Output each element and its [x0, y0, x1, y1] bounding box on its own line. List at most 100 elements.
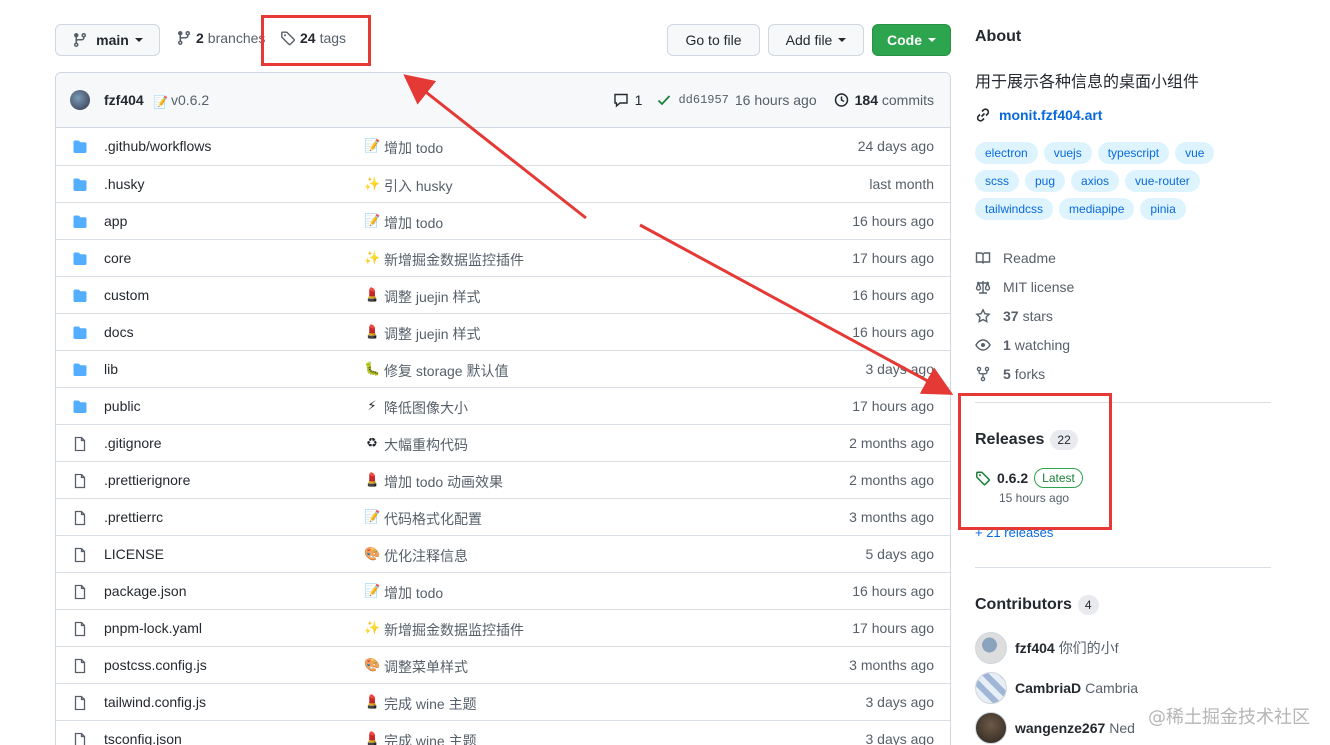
stars-link[interactable]: 37 stars: [975, 301, 1074, 330]
go-to-file-button[interactable]: Go to file: [667, 24, 760, 56]
contributors-count: 4: [1077, 595, 1099, 615]
readme-link[interactable]: Readme: [975, 243, 1074, 272]
file-name[interactable]: .gitignore: [104, 435, 162, 451]
file-name[interactable]: .prettierrc: [104, 509, 163, 525]
commit-message[interactable]: 大幅重构代码: [384, 435, 468, 455]
go-to-file-label: Go to file: [685, 32, 742, 48]
file-name[interactable]: docs: [104, 324, 134, 340]
contributor-item[interactable]: CambriaD Cambria: [975, 672, 1138, 704]
file-name[interactable]: postcss.config.js: [104, 657, 207, 673]
latest-commit-bar: fzf404 📝 v0.6.2 1 dd61957 16 hours ago 1…: [56, 73, 950, 128]
commit-message[interactable]: 增加 todo: [384, 583, 443, 603]
commit-message[interactable]: 完成 wine 主题: [384, 731, 477, 745]
file-name[interactable]: public: [104, 398, 141, 414]
file-name[interactable]: .github/workflows: [104, 138, 211, 154]
commit-age: 3 days ago: [865, 731, 935, 745]
topic-tag[interactable]: tailwindcss: [975, 198, 1054, 220]
contributor-item[interactable]: wangenze267 Ned: [975, 712, 1135, 744]
file-name[interactable]: tailwind.config.js: [104, 694, 206, 710]
file-name[interactable]: core: [104, 250, 131, 266]
topic-tag[interactable]: vue: [1175, 142, 1215, 164]
commit-message[interactable]: 调整 juejin 样式: [384, 287, 480, 307]
code-button[interactable]: Code: [872, 24, 951, 56]
commit-message[interactable]: 修复 storage 默认值: [384, 361, 508, 381]
commit-message[interactable]: 新增掘金数据监控插件: [384, 620, 524, 640]
file-name[interactable]: lib: [104, 361, 118, 377]
file-name[interactable]: custom: [104, 287, 149, 303]
file-row[interactable]: public ⚡ 降低图像大小 17 hours ago: [56, 387, 950, 424]
commit-message[interactable]: 增加 todo 动画效果: [384, 472, 503, 492]
file-icon: [72, 658, 88, 677]
file-name[interactable]: LICENSE: [104, 546, 164, 562]
file-name[interactable]: app: [104, 213, 127, 229]
watching-count: 1: [1003, 336, 1011, 353]
topic-tag[interactable]: pinia: [1140, 198, 1186, 220]
topic-tag[interactable]: typescript: [1097, 142, 1170, 164]
file-row[interactable]: LICENSE 🎨 优化注释信息 5 days ago: [56, 535, 950, 572]
check-icon: [658, 95, 671, 106]
commit-message[interactable]: 新增掘金数据监控插件: [384, 250, 524, 270]
commit-message[interactable]: 优化注释信息: [384, 546, 468, 566]
file-row[interactable]: lib 🐛 修复 storage 默认值 3 days ago: [56, 350, 950, 387]
topic-tag[interactable]: scss: [975, 170, 1019, 192]
file-row[interactable]: .github/workflows 📝 增加 todo 24 days ago: [56, 128, 950, 165]
commit-message[interactable]: 增加 todo: [384, 138, 443, 158]
commit-age: 5 days ago: [865, 546, 935, 562]
topic-tag[interactable]: pug: [1025, 170, 1066, 192]
file-row[interactable]: .husky ✨ 引入 husky last month: [56, 165, 950, 202]
folder-icon: [72, 139, 88, 158]
branch-select-button[interactable]: main: [55, 24, 160, 56]
commit-message[interactable]: 引入 husky: [384, 176, 452, 196]
file-row[interactable]: tailwind.config.js 💄 完成 wine 主题 3 days ago: [56, 683, 950, 720]
file-icon: [72, 473, 88, 492]
commit-author[interactable]: fzf404: [104, 92, 144, 108]
avatar[interactable]: [70, 90, 90, 110]
file-row[interactable]: docs 💄 调整 juejin 样式 16 hours ago: [56, 313, 950, 350]
commit-message[interactable]: 调整菜单样式: [384, 657, 468, 677]
file-row[interactable]: tsconfig.json 💄 完成 wine 主题 3 days ago: [56, 720, 950, 745]
file-row[interactable]: .gitignore ♻ 大幅重构代码 2 months ago: [56, 424, 950, 461]
file-row[interactable]: .prettierrc 📝 代码格式化配置 3 months ago: [56, 498, 950, 535]
add-file-button[interactable]: Add file: [768, 24, 864, 56]
topic-tag[interactable]: electron: [975, 142, 1038, 164]
stars-count: 37: [1003, 307, 1019, 324]
watching-link[interactable]: 1 watching: [975, 330, 1074, 359]
commit-sha[interactable]: dd61957: [678, 93, 728, 107]
commit-message[interactable]: 降低图像大小: [384, 398, 468, 418]
tags-highlight-box: [261, 15, 371, 66]
branches-link[interactable]: 2 branches: [176, 30, 265, 46]
topic-tag[interactable]: mediapipe: [1059, 198, 1135, 220]
file-icon: [72, 436, 88, 455]
commit-message[interactable]: v0.6.2: [171, 92, 209, 108]
commit-message[interactable]: 代码格式化配置: [384, 509, 482, 529]
contributors-header[interactable]: Contributors 4: [975, 595, 1099, 615]
forks-link[interactable]: 5 forks: [975, 359, 1074, 388]
topic-tag[interactable]: axios: [1071, 170, 1120, 192]
comment-icon[interactable]: [613, 92, 629, 108]
comment-count[interactable]: 1: [635, 92, 643, 108]
contributor-login: CambriaD: [1015, 680, 1082, 696]
homepage-link[interactable]: monit.fzf404.art: [975, 107, 1102, 123]
file-name[interactable]: tsconfig.json: [104, 731, 182, 745]
license-link[interactable]: MIT license: [975, 272, 1074, 301]
file-row[interactable]: app 📝 增加 todo 16 hours ago: [56, 202, 950, 239]
file-row[interactable]: .prettierignore 💄 增加 todo 动画效果 2 months ago: [56, 461, 950, 498]
folder-icon: [72, 362, 88, 381]
file-row[interactable]: core ✨ 新增掘金数据监控插件 17 hours ago: [56, 239, 950, 276]
file-list-box: fzf404 📝 v0.6.2 1 dd61957 16 hours ago 1…: [55, 72, 951, 745]
file-name[interactable]: pnpm-lock.yaml: [104, 620, 202, 636]
topic-tag[interactable]: vuejs: [1043, 142, 1092, 164]
file-row[interactable]: postcss.config.js 🎨 调整菜单样式 3 months ago: [56, 646, 950, 683]
file-row[interactable]: pnpm-lock.yaml ✨ 新增掘金数据监控插件 17 hours ago: [56, 609, 950, 646]
topic-tag[interactable]: vue-router: [1125, 170, 1200, 192]
commit-message[interactable]: 完成 wine 主题: [384, 694, 477, 714]
contributor-item[interactable]: fzf404 你们的小f: [975, 632, 1119, 664]
commit-message[interactable]: 调整 juejin 样式: [384, 324, 480, 344]
file-name[interactable]: .prettierignore: [104, 472, 190, 488]
file-name[interactable]: package.json: [104, 583, 187, 599]
file-row[interactable]: custom 💄 调整 juejin 样式 16 hours ago: [56, 276, 950, 313]
commit-message[interactable]: 增加 todo: [384, 213, 443, 233]
file-name[interactable]: .husky: [104, 176, 144, 192]
commits-link[interactable]: 184 commits: [855, 92, 934, 108]
file-row[interactable]: package.json 📝 增加 todo 16 hours ago: [56, 572, 950, 609]
